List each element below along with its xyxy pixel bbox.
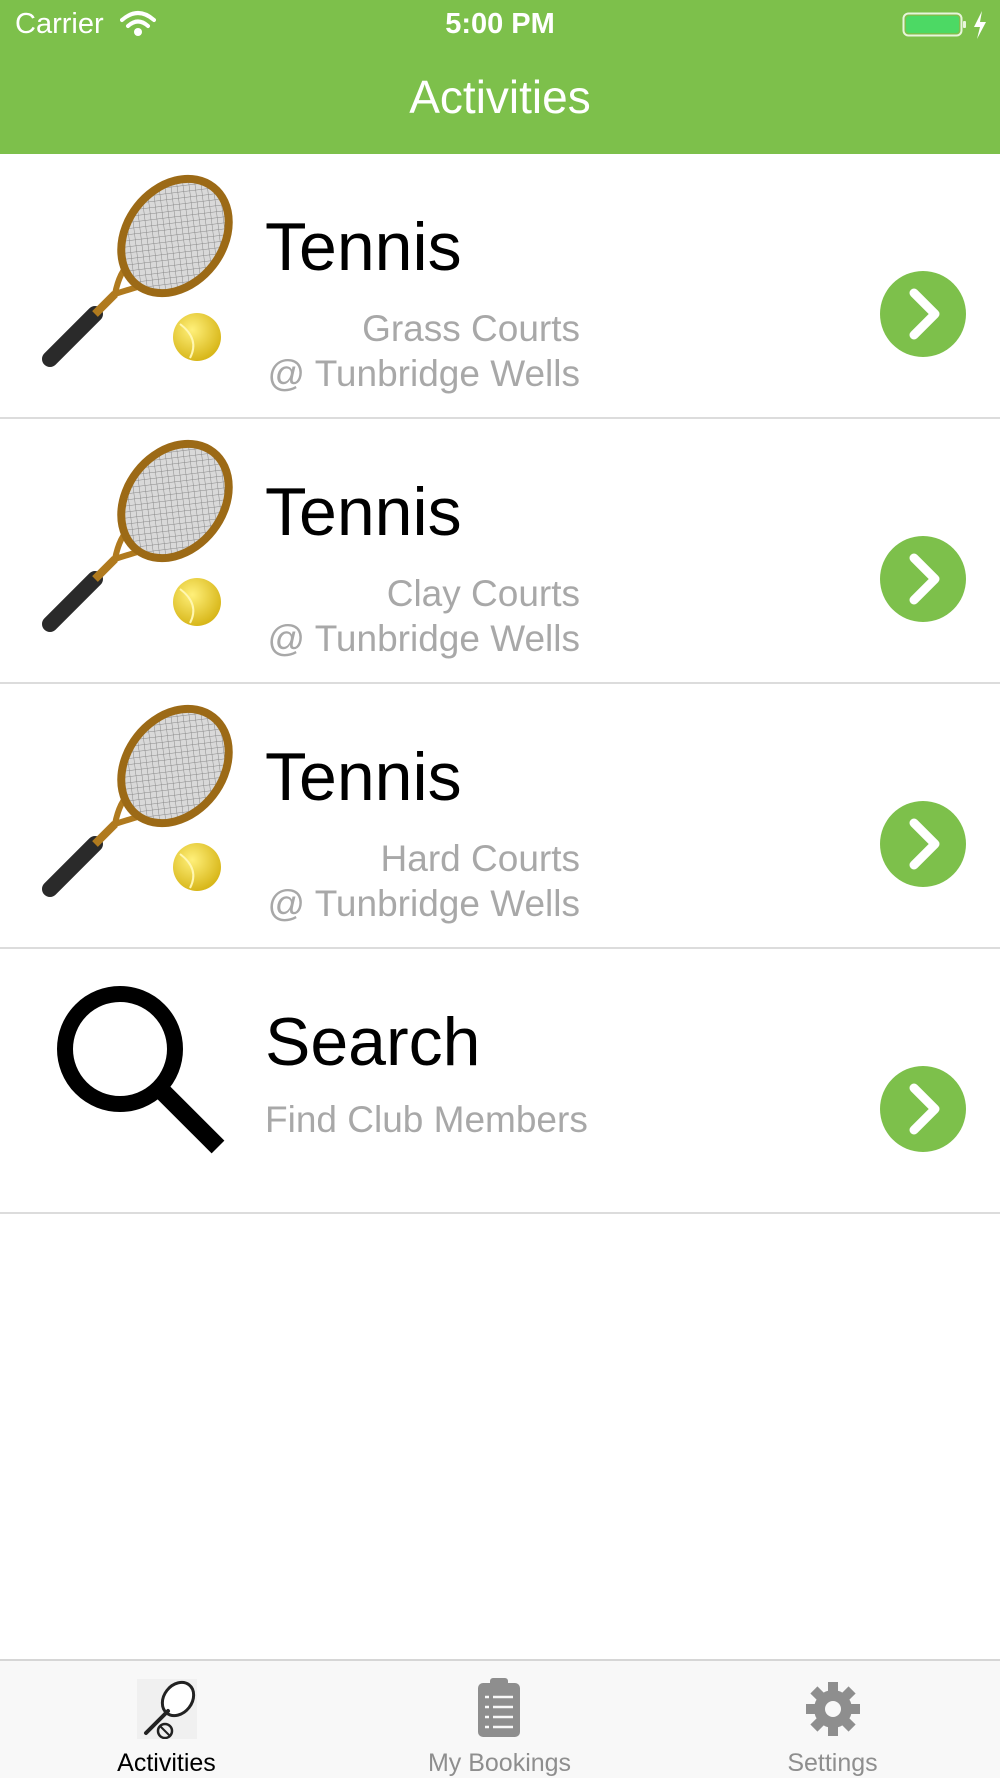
- activity-location: @ Tunbridge Wells: [267, 883, 580, 924]
- open-activity-button[interactable]: [880, 801, 966, 887]
- charging-bolt-icon: [972, 10, 988, 45]
- list-item-search[interactable]: Search Find Club Members: [0, 949, 1000, 1214]
- tennis-racket-icon: [0, 1675, 333, 1740]
- header-bar: Carrier 5:00 PM Activities: [0, 0, 1000, 154]
- chevron-right-icon: [909, 818, 940, 870]
- tennis-racket-icon: [40, 439, 250, 639]
- page-title: Activities: [409, 71, 591, 123]
- battery-icon: [902, 10, 968, 45]
- open-activity-button[interactable]: [880, 536, 966, 622]
- tennis-racket-icon: [40, 704, 250, 904]
- list-item-clay-courts[interactable]: Tennis Clay Courts @ Tunbridge Wells: [0, 419, 1000, 684]
- gear-icon: [666, 1675, 999, 1739]
- chevron-right-icon: [909, 553, 940, 605]
- activities-list: Tennis Grass Courts @ Tunbridge Wells Te…: [0, 154, 1000, 1214]
- search-icon: [40, 969, 250, 1169]
- tab-bar: Activities My Bookings Settings: [0, 1659, 1000, 1778]
- tab-label: My Bookings: [427, 1749, 572, 1777]
- chevron-right-icon: [909, 288, 940, 340]
- activity-title: Tennis: [265, 209, 462, 285]
- activity-title: Search: [265, 1004, 481, 1080]
- list-item-hard-courts[interactable]: Tennis Hard Courts @ Tunbridge Wells: [0, 684, 1000, 949]
- chevron-right-icon: [909, 1083, 940, 1135]
- activity-court-type: Hard Courts: [380, 838, 580, 879]
- tab-label: Activities: [117, 1749, 216, 1777]
- activity-description: Find Club Members: [265, 1099, 588, 1140]
- list-item-grass-courts[interactable]: Tennis Grass Courts @ Tunbridge Wells: [0, 154, 1000, 419]
- tab-activities[interactable]: Activities: [0, 1661, 333, 1780]
- activity-court-type: Clay Courts: [386, 573, 580, 614]
- activity-title: Tennis: [265, 474, 462, 550]
- tennis-racket-icon: [40, 174, 250, 374]
- open-activity-button[interactable]: [880, 271, 966, 357]
- tab-settings[interactable]: Settings: [666, 1661, 999, 1780]
- tab-label: Settings: [787, 1749, 878, 1777]
- open-search-button[interactable]: [880, 1066, 966, 1152]
- tab-my-bookings[interactable]: My Bookings: [333, 1661, 666, 1780]
- activity-location: @ Tunbridge Wells: [267, 353, 580, 394]
- activity-location: @ Tunbridge Wells: [267, 618, 580, 659]
- status-time: 5:00 PM: [445, 8, 555, 40]
- activity-title: Tennis: [265, 739, 462, 815]
- activity-court-type: Grass Courts: [362, 308, 580, 349]
- clipboard-icon: [333, 1675, 666, 1739]
